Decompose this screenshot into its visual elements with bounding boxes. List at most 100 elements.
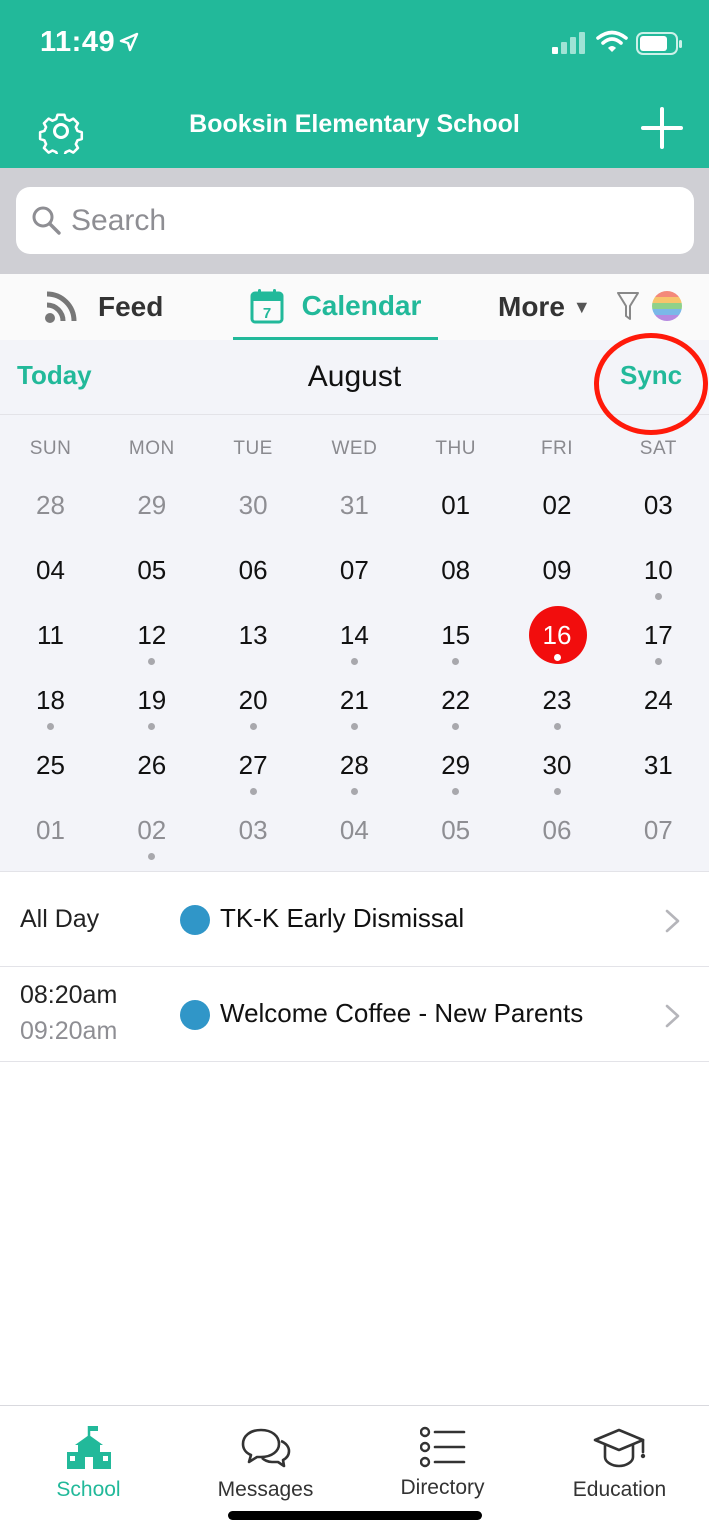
- calendar-day-number: 18: [36, 685, 65, 715]
- tab-calendar-label: Calendar: [301, 289, 422, 321]
- location-arrow-icon: [119, 32, 139, 52]
- tab-more[interactable]: More ▼: [498, 274, 591, 340]
- calendar-day-number: 02: [542, 490, 572, 520]
- tabbar-education[interactable]: Education: [531, 1406, 708, 1536]
- calendar-day[interactable]: 09: [507, 545, 608, 610]
- calendar-day-number: 04: [36, 555, 65, 585]
- calendar-day[interactable]: 11: [0, 610, 101, 675]
- calendar-day[interactable]: 25: [0, 740, 101, 805]
- calendar-day[interactable]: 12: [101, 610, 202, 675]
- calendar-day[interactable]: 01: [405, 480, 506, 545]
- directory-icon: [419, 1426, 465, 1468]
- calendar-day[interactable]: 29: [101, 480, 202, 545]
- calendar-day-selected[interactable]: 16: [507, 606, 608, 675]
- event-color-dot: [180, 905, 210, 935]
- event-indicator-dot: [249, 788, 257, 795]
- calendar-day[interactable]: 26: [101, 740, 202, 805]
- search-box[interactable]: [16, 187, 694, 254]
- search-input[interactable]: [71, 187, 671, 254]
- weekday-label: THU: [435, 438, 476, 459]
- calendar-day[interactable]: 04: [304, 805, 405, 870]
- calendar-day-number: 21: [339, 685, 369, 715]
- calendar-day[interactable]: 30: [203, 480, 304, 545]
- calendar-day-number: 25: [36, 750, 65, 780]
- calendar-day[interactable]: 10: [608, 545, 709, 610]
- calendar-day-number: 15: [441, 620, 471, 650]
- chevron-right-icon: [665, 1004, 680, 1028]
- event-indicator-dot: [452, 658, 460, 665]
- calendar-day-number: 30: [238, 490, 268, 520]
- calendar-day[interactable]: 07: [304, 545, 405, 610]
- calendar-day[interactable]: 06: [507, 805, 608, 870]
- calendar-day[interactable]: 23: [507, 675, 608, 740]
- event-row[interactable]: All Day TK-K Early Dismissal: [0, 872, 709, 967]
- calendar-day-number: 03: [238, 815, 268, 845]
- calendar-day-number: 24: [643, 685, 673, 715]
- weekday-label: MON: [128, 438, 175, 459]
- search-icon: [32, 206, 61, 235]
- calendar-day[interactable]: 29: [405, 740, 506, 805]
- tab-calendar[interactable]: 7 Calendar: [233, 274, 438, 340]
- calendar-day[interactable]: 14: [304, 610, 405, 675]
- weekday-label: SUN: [29, 438, 72, 459]
- event-color-dot: [180, 1000, 210, 1030]
- calendar-day-number: 01: [441, 490, 471, 520]
- month-calendar: Today August Sync SUN MON TUE WED THU FRI SAT …: [0, 340, 709, 871]
- calendar-day[interactable]: 04: [0, 545, 101, 610]
- event-title: TK-K Early Dismissal: [220, 903, 465, 933]
- calendar-day-number: 05: [137, 555, 167, 585]
- calendar-day[interactable]: 05: [405, 805, 506, 870]
- event-indicator-dot: [148, 853, 156, 860]
- calendar-day[interactable]: 31: [304, 480, 405, 545]
- tabbar-school-label: School: [56, 1478, 121, 1501]
- calendar-day-number: 23: [542, 685, 572, 715]
- event-indicator-dot: [350, 788, 358, 795]
- calendar-day[interactable]: 28: [304, 740, 405, 805]
- calendar-day[interactable]: 28: [0, 480, 101, 545]
- event-indicator-dot: [249, 723, 257, 730]
- cellular-signal-icon: [552, 32, 585, 54]
- event-indicator-dot: [452, 788, 460, 795]
- calendar-day[interactable]: 07: [608, 805, 709, 870]
- color-filter-icon[interactable]: [652, 291, 682, 321]
- calendar-day[interactable]: 05: [101, 545, 202, 610]
- calendar-day[interactable]: 02: [101, 805, 202, 870]
- filter-icon[interactable]: [616, 290, 640, 322]
- calendar-day[interactable]: 15: [405, 610, 506, 675]
- calendar-day-number: 28: [339, 750, 369, 780]
- calendar-day[interactable]: 06: [203, 545, 304, 610]
- calendar-day[interactable]: 30: [507, 740, 608, 805]
- calendar-day-number: 20: [238, 685, 268, 715]
- event-time: All Day: [20, 905, 100, 933]
- calendar-day-number: 29: [137, 490, 167, 520]
- calendar-day[interactable]: 21: [304, 675, 405, 740]
- event-row[interactable]: 08:20am 09:20am Welcome Coffee - New Par…: [0, 967, 709, 1062]
- calendar-day[interactable]: 22: [405, 675, 506, 740]
- calendar-day[interactable]: 24: [608, 675, 709, 740]
- event-indicator-dot: [350, 723, 358, 730]
- event-indicator-dot: [148, 658, 156, 665]
- school-icon: [66, 1426, 111, 1469]
- event-indicator-dot: [553, 723, 561, 730]
- calendar-day[interactable]: 18: [0, 675, 101, 740]
- calendar-day[interactable]: 19: [101, 675, 202, 740]
- calendar-day[interactable]: 03: [203, 805, 304, 870]
- calendar-day[interactable]: 31: [608, 740, 709, 805]
- calendar-day[interactable]: 20: [203, 675, 304, 740]
- calendar-day[interactable]: 27: [203, 740, 304, 805]
- tabbar-messages-label: Messages: [217, 1478, 314, 1501]
- calendar-day[interactable]: 08: [405, 545, 506, 610]
- event-end-time: 09:20am: [20, 1017, 118, 1045]
- calendar-day[interactable]: 01: [0, 805, 101, 870]
- calendar-day-number: 30: [542, 750, 572, 780]
- calendar-day[interactable]: 17: [608, 610, 709, 675]
- calendar-day[interactable]: 02: [507, 480, 608, 545]
- calendar-icon: 7: [250, 288, 284, 323]
- calendar-day-number: 19: [137, 685, 167, 715]
- tab-feed[interactable]: Feed: [44, 274, 163, 340]
- calendar-day[interactable]: 13: [203, 610, 304, 675]
- add-icon[interactable]: [640, 106, 684, 150]
- tabbar-school[interactable]: School: [0, 1406, 177, 1536]
- calendar-day[interactable]: 03: [608, 480, 709, 545]
- calendar-day-number: 26: [137, 750, 167, 780]
